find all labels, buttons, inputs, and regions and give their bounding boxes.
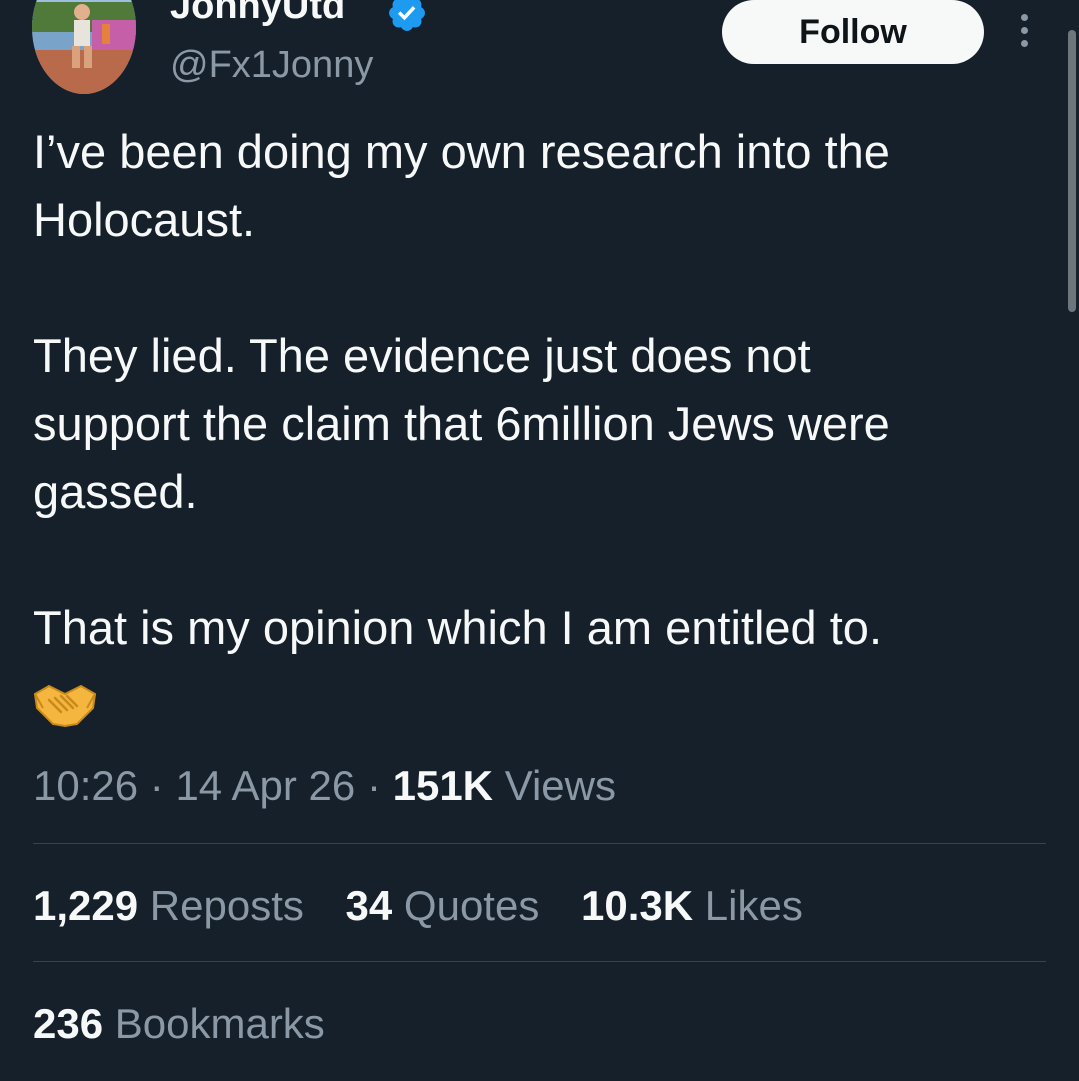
reposts-label: Reposts bbox=[149, 882, 304, 929]
likes-stat[interactable]: 10.3K Likes bbox=[581, 882, 803, 929]
views-label: Views bbox=[504, 762, 616, 809]
verified-badge-icon bbox=[389, 0, 425, 31]
meta-separator: · bbox=[366, 762, 381, 809]
divider bbox=[33, 843, 1046, 844]
divider bbox=[33, 961, 1046, 962]
quotes-count: 34 bbox=[345, 882, 393, 929]
reposts-count: 1,229 bbox=[33, 882, 139, 929]
engagement-stats: 1,229 Reposts 34 Quotes 10.3K Likes bbox=[33, 876, 833, 936]
more-options-icon[interactable] bbox=[1014, 14, 1034, 52]
author-display-name[interactable]: JonnyUtd bbox=[170, 0, 345, 28]
scrollbar[interactable] bbox=[1068, 30, 1076, 312]
quotes-label: Quotes bbox=[403, 882, 540, 929]
bookmarks-count: 236 bbox=[33, 1000, 104, 1047]
avatar[interactable] bbox=[32, 0, 136, 94]
avatar-photo bbox=[32, 0, 136, 94]
tweet-date[interactable]: 14 Apr 26 bbox=[175, 762, 355, 809]
follow-button[interactable]: Follow bbox=[722, 0, 984, 64]
bookmarks-label: Bookmarks bbox=[114, 1000, 325, 1047]
quotes-stat[interactable]: 34 Quotes bbox=[346, 882, 540, 929]
handshake-emoji-icon bbox=[33, 684, 97, 728]
author-handle[interactable]: @Fx1Jonny bbox=[170, 40, 373, 90]
tweet-meta: 10:26 · 14 Apr 26 · 151K Views bbox=[33, 756, 616, 816]
views-count: 151K bbox=[392, 762, 494, 809]
likes-count: 10.3K bbox=[581, 882, 694, 929]
reposts-stat[interactable]: 1,229 Reposts bbox=[33, 882, 304, 929]
likes-label: Likes bbox=[704, 882, 803, 929]
bookmarks-stat[interactable]: 236 Bookmarks bbox=[33, 994, 325, 1054]
meta-separator: · bbox=[149, 762, 164, 809]
tweet-text: I’ve been doing my own research into the… bbox=[33, 125, 890, 654]
tweet-time[interactable]: 10:26 bbox=[33, 762, 138, 809]
